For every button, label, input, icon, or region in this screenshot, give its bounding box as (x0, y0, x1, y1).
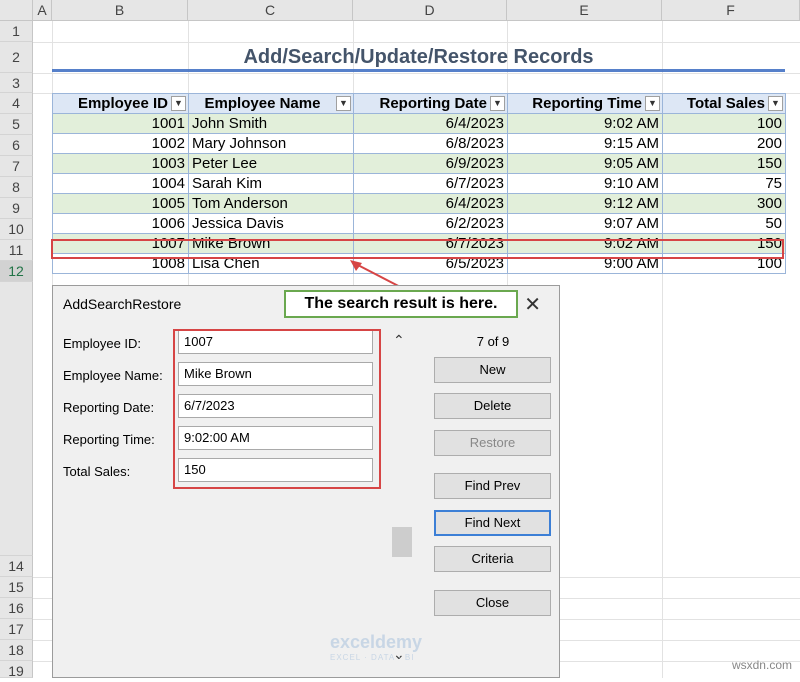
header-employee-name: Employee Name ▼ (188, 93, 354, 114)
fields-highlight (173, 329, 381, 489)
cell[interactable]: 200 (662, 133, 786, 154)
row-header[interactable]: 6 (0, 135, 33, 156)
label-reporting-date: Reporting Date: (63, 400, 155, 415)
cell[interactable]: 9:02 AM (507, 113, 663, 134)
footer-text: wsxdn.com (731, 658, 792, 672)
filter-dropdown-icon[interactable]: ▼ (490, 96, 505, 111)
cell[interactable]: Mary Johnson (188, 133, 354, 154)
label-total-sales: Total Sales: (63, 464, 131, 479)
header-reporting-time: Reporting Time ▼ (507, 93, 663, 114)
find-prev-button[interactable]: Find Prev (434, 473, 551, 499)
cell[interactable]: 6/8/2023 (353, 133, 508, 154)
cell[interactable]: 1004 (52, 173, 189, 194)
label-employee-name: Employee Name: (63, 368, 163, 383)
row-header[interactable]: 7 (0, 156, 33, 177)
find-next-button[interactable]: Find Next (434, 510, 551, 536)
cell[interactable]: 75 (662, 173, 786, 194)
cell[interactable]: 9:12 AM (507, 193, 663, 214)
scrollbar-thumb[interactable] (392, 527, 412, 557)
cell[interactable]: 9:05 AM (507, 153, 663, 174)
cell[interactable]: 9:10 AM (507, 173, 663, 194)
label-reporting-time: Reporting Time: (63, 432, 155, 447)
cell[interactable]: 6/9/2023 (353, 153, 508, 174)
cell[interactable]: Tom Anderson (188, 193, 354, 214)
row-header[interactable]: 14 (0, 556, 33, 577)
cell[interactable]: 1005 (52, 193, 189, 214)
gridline (33, 42, 800, 43)
label-employee-id: Employee ID: (63, 336, 142, 351)
cell[interactable]: Sarah Kim (188, 173, 354, 194)
sheet-title: Add/Search/Update/Restore Records (243, 46, 594, 68)
close-button[interactable]: Close (434, 590, 551, 616)
row-header[interactable]: 11 (0, 240, 33, 261)
cell[interactable]: 9:07 AM (507, 213, 663, 234)
row-header[interactable]: 3 (0, 73, 33, 93)
cell[interactable]: 9:15 AM (507, 133, 663, 154)
row-header-hidden (0, 282, 33, 556)
row-header[interactable]: 4 (0, 93, 33, 114)
cell[interactable]: 100 (662, 113, 786, 134)
table-row: 1004 Sarah Kim 6/7/2023 9:10 AM 75 (52, 173, 786, 194)
cell[interactable]: 1003 (52, 153, 189, 174)
row-header[interactable]: 9 (0, 198, 33, 219)
chevron-up-icon[interactable]: ⌃ (393, 332, 405, 349)
row-header[interactable]: 16 (0, 598, 33, 619)
cell[interactable]: 6/4/2023 (353, 113, 508, 134)
cell[interactable]: 6/2/2023 (353, 213, 508, 234)
table-row: 1002 Mary Johnson 6/8/2023 9:15 AM 200 (52, 133, 786, 154)
column-header-e[interactable]: E (507, 0, 662, 21)
filter-dropdown-icon[interactable]: ▼ (645, 96, 660, 111)
column-header-b[interactable]: B (52, 0, 188, 21)
filter-dropdown-icon[interactable]: ▼ (336, 96, 351, 111)
column-header-d[interactable]: D (353, 0, 507, 21)
cell[interactable]: 1002 (52, 133, 189, 154)
filter-dropdown-icon[interactable]: ▼ (171, 96, 186, 111)
dialog-title: AddSearchRestore (63, 296, 182, 312)
column-header-f[interactable]: F (662, 0, 800, 21)
column-header-a[interactable]: A (33, 0, 52, 21)
filter-dropdown-icon[interactable]: ▼ (768, 96, 783, 111)
row-header-selected[interactable]: 12 (0, 261, 33, 282)
close-icon[interactable]: ✕ (524, 292, 541, 317)
watermark-logo: exceldemy EXCEL · DATA · BI (330, 632, 423, 662)
cell[interactable]: 1001 (52, 113, 189, 134)
table-row: 1001 John Smith 6/4/2023 9:02 AM 100 (52, 113, 786, 134)
row-header[interactable]: 19 (0, 661, 33, 679)
record-counter: 7 of 9 (476, 334, 510, 349)
title-underline (52, 69, 785, 72)
delete-button[interactable]: Delete (434, 393, 551, 419)
callout-note: The search result is here. (284, 290, 518, 318)
column-header-c[interactable]: C (188, 0, 353, 21)
cell[interactable]: Peter Lee (188, 153, 354, 174)
cell[interactable]: 6/4/2023 (353, 193, 508, 214)
row-header[interactable]: 10 (0, 219, 33, 240)
row-header[interactable]: 5 (0, 114, 33, 135)
cell[interactable]: Jessica Davis (188, 213, 354, 234)
row-header[interactable]: 15 (0, 577, 33, 598)
cell[interactable]: 300 (662, 193, 786, 214)
cell[interactable]: 150 (662, 153, 786, 174)
cell[interactable]: 1006 (52, 213, 189, 234)
row-header[interactable]: 18 (0, 640, 33, 661)
header-total-sales: Total Sales ▼ (662, 93, 786, 114)
new-button[interactable]: New (434, 357, 551, 383)
cell[interactable]: 50 (662, 213, 786, 234)
criteria-button[interactable]: Criteria (434, 546, 551, 572)
cell[interactable]: 6/7/2023 (353, 173, 508, 194)
header-reporting-date: Reporting Date ▼ (353, 93, 508, 114)
gridline (33, 73, 800, 74)
row-header[interactable]: 2 (0, 42, 33, 73)
header-employee-id: Employee ID ▼ (52, 93, 189, 114)
table-row: 1006 Jessica Davis 6/2/2023 9:07 AM 50 (52, 213, 786, 234)
cell[interactable]: John Smith (188, 113, 354, 134)
restore-button[interactable]: Restore (434, 430, 551, 456)
row-header[interactable]: 1 (0, 21, 33, 42)
select-all-corner[interactable] (0, 0, 33, 21)
addsearchrestore-dialog: AddSearchRestore ✕ Employee ID: Employee… (52, 285, 560, 678)
row-header[interactable]: 17 (0, 619, 33, 640)
row-header[interactable]: 8 (0, 177, 33, 198)
table-row: 1005 Tom Anderson 6/4/2023 9:12 AM 300 (52, 193, 786, 214)
table-row: 1003 Peter Lee 6/9/2023 9:05 AM 150 (52, 153, 786, 174)
